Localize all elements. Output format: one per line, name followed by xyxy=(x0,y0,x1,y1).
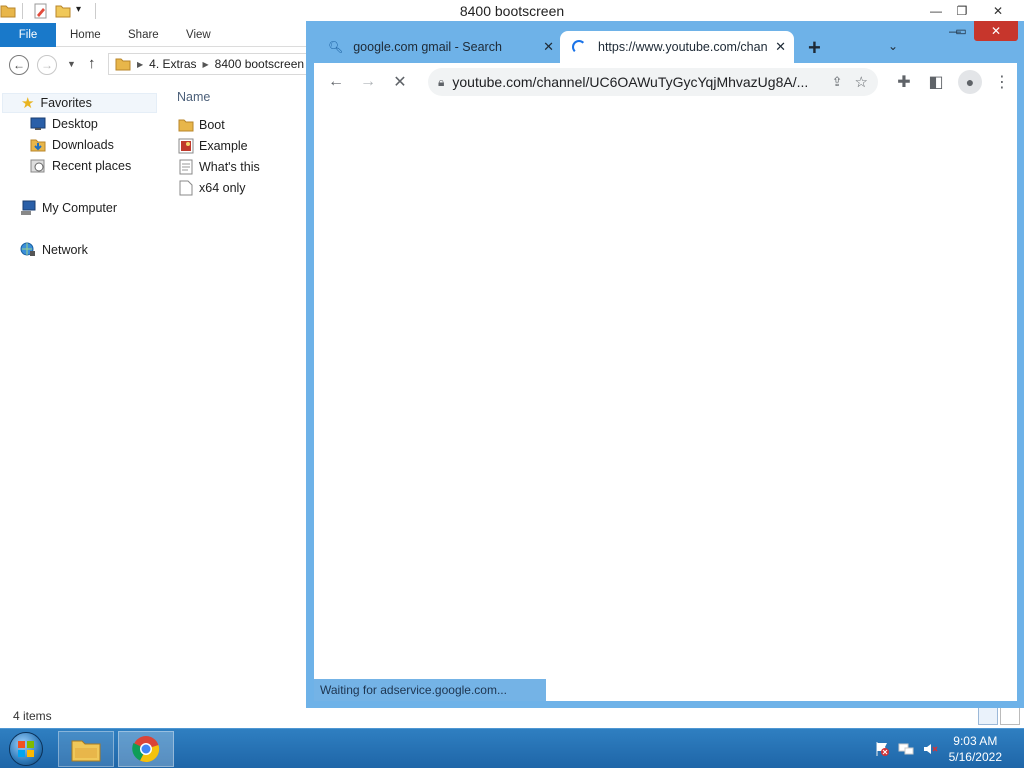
list-item[interactable]: Example xyxy=(178,136,248,156)
breadcrumb[interactable]: ▶ 4. Extras ▶ 8400 bootscreen xyxy=(108,53,308,75)
nav-label: My Computer xyxy=(42,201,118,215)
recent-places-icon xyxy=(30,159,45,173)
close-button[interactable]: ✕ xyxy=(984,0,1012,22)
nav-label: Downloads xyxy=(52,138,114,152)
volume-muted-icon[interactable] xyxy=(922,741,938,757)
lock-icon: 🔒︎ xyxy=(438,74,445,89)
network-icon xyxy=(20,242,35,256)
window-title: 8400 bootscreen xyxy=(459,3,565,19)
close-tab-icon[interactable]: ✕ xyxy=(543,39,554,55)
nav-label: Network xyxy=(42,243,88,257)
navigation-pane: ★ Favorites Desktop Downloads Recent pla… xyxy=(0,90,160,690)
clock-date: 5/16/2022 xyxy=(948,750,1002,764)
search-icon: 🔍︎ xyxy=(328,40,344,54)
nav-network[interactable]: Network xyxy=(20,240,88,260)
tab-youtube[interactable]: https://www.youtube.com/chan ✕ xyxy=(560,31,794,63)
back-icon[interactable]: ← xyxy=(326,72,346,92)
nav-desktop[interactable]: Desktop xyxy=(30,114,98,134)
forward-icon[interactable]: → xyxy=(358,72,378,92)
extensions-icon[interactable]: ✚ xyxy=(894,72,914,92)
tab-search-icon[interactable]: ⌄ xyxy=(888,39,898,53)
status-bubble: Waiting for adservice.google.com... xyxy=(314,679,546,701)
chevron-right-icon: ▶ xyxy=(137,59,144,69)
image-file-icon xyxy=(178,138,194,154)
chevron-right-icon: ▶ xyxy=(202,59,209,69)
desktop-icon xyxy=(30,117,46,130)
chrome-toolbar: ← → ✕ 🔒︎ youtube.com/channel/UC6OAWuTyGy… xyxy=(314,63,1017,101)
omnibox[interactable]: 🔒︎ youtube.com/channel/UC6OAWuTyGycYqjMh… xyxy=(428,68,878,96)
tab-view[interactable]: View xyxy=(186,23,211,47)
clock-time: 9:03 AM xyxy=(953,734,998,748)
tab-title: https://www.youtube.com/chan xyxy=(598,40,768,54)
computer-icon xyxy=(21,200,36,215)
taskbar: 9:03 AM 5/16/2022 xyxy=(0,728,1024,768)
item-count: 4 items xyxy=(13,709,52,723)
file-name: Boot xyxy=(199,118,225,132)
action-center-flag-icon[interactable] xyxy=(874,741,890,757)
nav-downloads[interactable]: Downloads xyxy=(30,135,114,155)
nav-label: Favorites xyxy=(40,96,92,110)
file-name: x64 only xyxy=(199,181,246,195)
nav-favorites[interactable]: ★ Favorites xyxy=(2,93,157,113)
file-explorer-icon xyxy=(71,740,101,762)
side-panel-icon[interactable]: ◧ xyxy=(926,72,946,92)
file-name: Example xyxy=(199,139,248,153)
stop-icon[interactable]: ✕ xyxy=(390,72,410,92)
breadcrumb-item[interactable]: 8400 bootscreen xyxy=(215,57,304,71)
file-name: What's this xyxy=(199,160,260,174)
loading-spinner-icon xyxy=(572,40,586,54)
folder-icon xyxy=(115,58,131,71)
chrome-icon xyxy=(132,736,160,763)
recent-locations-icon[interactable]: ▼ xyxy=(67,59,76,69)
windows-logo-icon xyxy=(9,732,43,766)
chrome-window: — ▭ ✕ 🔍︎ google.com gmail - Search ✕ htt… xyxy=(306,21,1024,708)
tab-title: google.com gmail - Search xyxy=(353,40,502,54)
up-button[interactable]: ↑ xyxy=(88,55,96,72)
nav-recent-places[interactable]: Recent places xyxy=(30,156,131,176)
list-item[interactable]: x64 only xyxy=(178,178,246,198)
breadcrumb-item[interactable]: 4. Extras xyxy=(149,57,196,71)
list-item[interactable]: Boot xyxy=(178,115,225,135)
large-icons-view-button[interactable] xyxy=(1000,707,1020,725)
text-file-icon xyxy=(179,159,193,175)
tab-home[interactable]: Home xyxy=(70,23,101,47)
back-button[interactable]: ← xyxy=(9,55,29,75)
share-icon[interactable]: ⇪ xyxy=(832,74,843,90)
downloads-icon xyxy=(30,139,46,152)
nav-my-computer[interactable]: My Computer xyxy=(20,198,117,218)
nav-label: Desktop xyxy=(52,117,98,131)
details-view-button[interactable] xyxy=(978,707,998,725)
nav-label: Recent places xyxy=(52,159,132,173)
close-button[interactable]: ✕ xyxy=(974,21,1018,41)
folder-icon xyxy=(178,119,194,132)
tab-file[interactable]: File xyxy=(0,23,56,47)
url-text: youtube.com/channel/UC6OAWuTyGycYqjMhvaz… xyxy=(452,74,809,90)
bookmark-star-icon[interactable]: ☆ xyxy=(855,73,868,91)
list-item[interactable]: What's this xyxy=(178,157,260,177)
clock[interactable]: 9:03 AM 5/16/2022 xyxy=(949,733,1002,765)
column-header-name[interactable]: Name xyxy=(177,90,210,104)
tab-search[interactable]: 🔍︎ google.com gmail - Search ✕ xyxy=(328,31,558,63)
new-tab-button[interactable]: + xyxy=(808,35,821,61)
minimize-button[interactable]: — xyxy=(922,0,950,22)
start-button[interactable] xyxy=(6,731,46,767)
maximize-button[interactable]: ▭ xyxy=(948,21,974,41)
forward-button[interactable]: → xyxy=(37,55,57,75)
close-tab-icon[interactable]: ✕ xyxy=(775,39,786,55)
page-content xyxy=(314,101,1017,701)
blank-file-icon xyxy=(179,180,193,196)
taskbar-chrome[interactable] xyxy=(118,731,174,767)
restore-button[interactable]: ❐ xyxy=(948,0,976,22)
taskbar-explorer[interactable] xyxy=(58,731,114,767)
menu-icon[interactable]: ⋮ xyxy=(992,72,1012,92)
star-icon: ★ xyxy=(21,95,35,112)
tab-share[interactable]: Share xyxy=(128,23,159,47)
profile-avatar-icon[interactable]: ● xyxy=(958,70,982,94)
explorer-titlebar: ▾ 8400 bootscreen — ❐ ✕ xyxy=(0,0,1024,23)
network-status-icon[interactable] xyxy=(898,741,914,757)
